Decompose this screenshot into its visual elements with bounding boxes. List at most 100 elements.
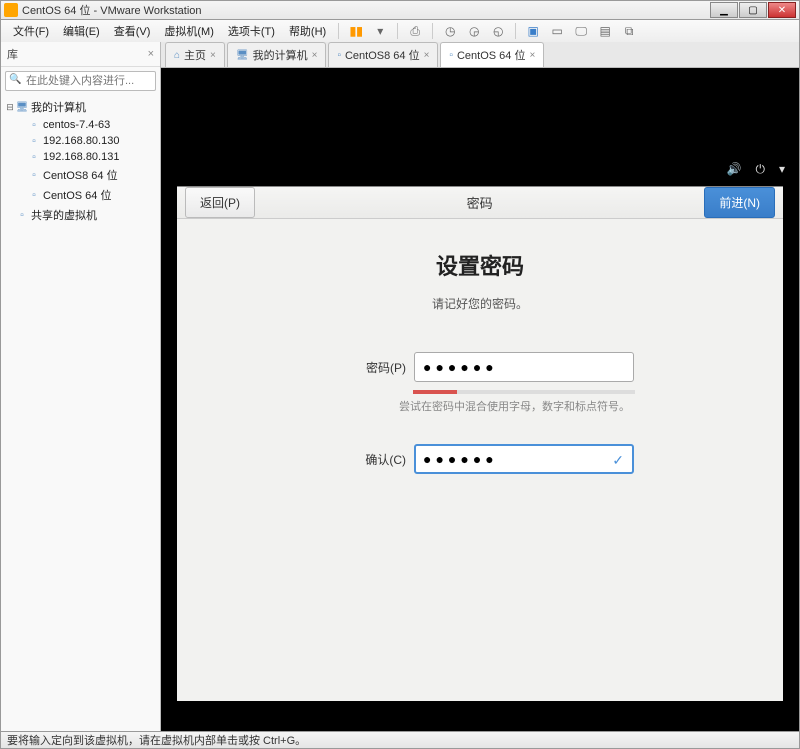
snapshot-manager-icon[interactable]: ◶ [466,23,482,39]
tab-centos8[interactable]: ▫ CentOS8 64 位 × [328,42,438,67]
tree-root-mycomputer[interactable]: ⊟ 🖥 我的计算机 [5,97,156,117]
confirm-input[interactable] [414,444,634,474]
separator [397,23,398,39]
thumbnail-icon[interactable]: ▤ [597,23,613,39]
confirm-label: 确认(C) [326,451,406,468]
tab-centos[interactable]: ▫ CentOS 64 位 × [440,42,544,67]
tab-home[interactable]: ⌂ 主页 × [165,42,225,67]
status-text: 要将输入定向到该虚拟机，请在虚拟机内部单击或按 Ctrl+G。 [7,732,306,748]
tree-item[interactable]: ▫CentOS8 64 位 [5,165,156,185]
vm-top-toolbar: 🔊 ⏻ ▾ [727,162,785,177]
tree-shared[interactable]: ▫ 共享的虚拟机 [5,205,156,225]
menu-tabs[interactable]: 选项卡(T) [222,21,281,41]
tree-item-label: CentOS8 64 位 [43,167,118,183]
close-icon[interactable]: × [210,50,216,61]
menu-file[interactable]: 文件(F) [7,21,55,41]
vm-icon: ▫ [27,136,41,147]
vm-icon: ▫ [449,50,453,61]
close-panel-icon[interactable]: × [148,48,154,60]
back-button[interactable]: 返回(P) [185,187,255,218]
password-strength-bar [413,390,635,394]
separator [338,23,339,39]
app-icon [4,3,18,17]
menu-help[interactable]: 帮助(H) [283,21,332,41]
fullscreen-icon[interactable]: ▣ [525,23,541,39]
menu-edit[interactable]: 编辑(E) [57,21,106,41]
close-button[interactable]: ✕ [768,2,796,18]
send-keys-icon[interactable]: ⎙ [407,23,423,39]
dialog-body: 设置密码 请记好您的密码。 密码(P) 尝试在密码中混合使用字母，数字和标点符号… [177,219,783,701]
console-icon[interactable]: 🖵 [573,23,589,39]
vm-icon: ▫ [337,50,341,61]
vm-tree: ⊟ 🖥 我的计算机 ▫centos-7.4-63 ▫192.168.80.130… [1,95,160,227]
close-icon[interactable]: × [529,50,535,61]
vm-icon: ▫ [27,120,41,131]
pc-icon: 🖥 [236,50,249,61]
vm-icon: ▫ [27,190,41,201]
sidebar-search [1,67,160,95]
dialog-header: 返回(P) 密码 前进(N) [177,187,783,219]
menu-vm[interactable]: 虚拟机(M) [158,21,220,41]
password-row: 密码(P) [326,352,634,382]
password-input[interactable] [414,352,634,382]
password-strength-fill [413,390,457,394]
sidebar: 库 × ⊟ 🖥 我的计算机 ▫centos-7.4-63 ▫192.168.80… [1,42,161,731]
confirm-row: 确认(C) ✓ [326,444,634,474]
tree-item[interactable]: ▫centos-7.4-63 [5,117,156,133]
tab-label: 主页 [184,47,206,63]
vm-icon: ▫ [27,170,41,181]
snapshot-icon[interactable]: ◷ [442,23,458,39]
computer-icon: 🖥 [15,102,29,113]
separator [432,23,433,39]
tree-item[interactable]: ▫CentOS 64 位 [5,185,156,205]
next-button[interactable]: 前进(N) [704,187,775,218]
password-setup-dialog: 返回(P) 密码 前进(N) 设置密码 请记好您的密码。 密码(P) [177,186,783,701]
tree-root-label: 我的计算机 [31,99,86,115]
tree-item-label: centos-7.4-63 [43,119,110,131]
minimize-button[interactable]: ▁ [710,2,738,18]
window-title: CentOS 64 位 - VMware Workstation [22,2,709,18]
main-area: 库 × ⊟ 🖥 我的计算机 ▫centos-7.4-63 ▫192.168.80… [0,42,800,732]
status-bar: 要将输入定向到该虚拟机，请在虚拟机内部单击或按 Ctrl+G。 [0,732,800,749]
chevron-down-icon[interactable]: ▾ [779,162,785,177]
tree-item-label: 192.168.80.130 [43,135,119,147]
tab-mycomputer[interactable]: 🖥 我的计算机 × [227,42,327,67]
sidebar-heading: 库 × [1,42,160,67]
tab-bar: ⌂ 主页 × 🖥 我的计算机 × ▫ CentOS8 64 位 × ▫ CentOS 64 位… [161,42,799,68]
vm-icon: ▫ [27,152,41,163]
home-icon: ⌂ [174,50,180,61]
separator [515,23,516,39]
revert-icon[interactable]: ◵ [490,23,506,39]
check-icon: ✓ [612,452,624,469]
window-titlebar: CentOS 64 位 - VMware Workstation ▁ ▢ ✕ [0,0,800,20]
tree-item[interactable]: ▫192.168.80.130 [5,133,156,149]
dialog-heading: 设置密码 [436,249,524,281]
tab-label: CentOS8 64 位 [345,47,420,63]
close-icon[interactable]: × [424,50,430,61]
password-hint: 尝试在密码中混合使用字母，数字和标点符号。 [399,398,649,414]
tree-item-label: 192.168.80.131 [43,151,119,163]
close-icon[interactable]: × [312,50,318,61]
tab-label: 我的计算机 [253,47,308,63]
sidebar-heading-label: 库 [7,46,18,62]
vm-display[interactable]: 🔊 ⏻ ▾ 返回(P) 密码 前进(N) 设置密码 请记好您的密码。 密码(P) [161,68,799,731]
dropdown-icon[interactable]: ▾ [372,23,388,39]
tree-shared-label: 共享的虚拟机 [31,207,97,223]
dialog-title: 密码 [467,193,493,212]
unity-icon[interactable]: ▭ [549,23,565,39]
screen-icon[interactable]: ⧉ [621,23,637,39]
search-input[interactable] [5,71,156,91]
tree-item-label: CentOS 64 位 [43,187,111,203]
menu-view[interactable]: 查看(V) [108,21,157,41]
dialog-subtitle: 请记好您的密码。 [432,295,528,312]
power-icon[interactable]: ⏻ [755,162,765,177]
collapse-icon[interactable]: ⊟ [5,102,15,113]
pause-icon[interactable]: ▮▮ [348,23,364,39]
menu-bar: 文件(F) 编辑(E) 查看(V) 虚拟机(M) 选项卡(T) 帮助(H) ▮▮… [0,20,800,42]
tree-item[interactable]: ▫192.168.80.131 [5,149,156,165]
sound-icon[interactable]: 🔊 [727,162,742,177]
maximize-button[interactable]: ▢ [739,2,767,18]
tab-label: CentOS 64 位 [457,47,525,63]
password-label: 密码(P) [326,359,406,376]
shared-icon: ▫ [15,210,29,221]
